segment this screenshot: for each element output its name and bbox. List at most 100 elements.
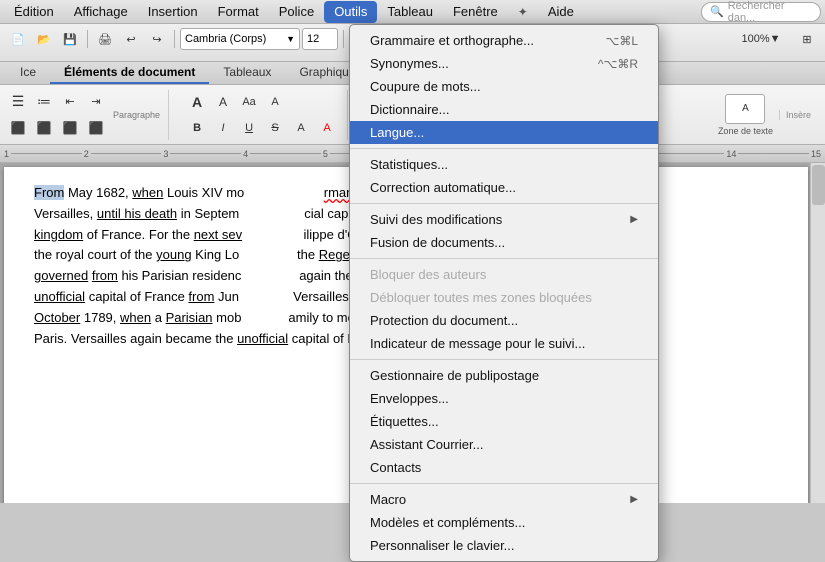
- menu-bloquer-label: Bloquer des auteurs: [370, 267, 486, 282]
- para-controls: ☰ ≔ ⇤ ⇥ ⬛ ⬛ ⬛ ⬛: [6, 90, 108, 140]
- menu-fenetre[interactable]: Fenêtre: [443, 1, 508, 23]
- search-placeholder: Rechercher dan...: [728, 0, 812, 24]
- menu-debloquer: Débloquer toutes mes zones bloquées: [350, 286, 658, 309]
- align-left2-button[interactable]: ⬛: [6, 116, 30, 140]
- menu-grammaire[interactable]: Grammaire et orthographe... ⌥⌘L: [350, 29, 658, 52]
- menu-police[interactable]: Police: [269, 1, 324, 23]
- align-justify-button[interactable]: ⬛: [84, 116, 108, 140]
- menubar: Édition Affichage Insertion Format Polic…: [0, 0, 825, 24]
- print-button[interactable]: 🖨: [93, 27, 117, 51]
- tab-elements[interactable]: Éléments de document: [50, 62, 209, 84]
- clear-format-button[interactable]: A: [263, 90, 287, 114]
- zoom-button[interactable]: 100%▼: [731, 27, 791, 51]
- undo-button[interactable]: ↩: [119, 27, 143, 51]
- menu-macro[interactable]: Macro ▶: [350, 488, 658, 511]
- italic2-button[interactable]: I: [211, 116, 235, 140]
- outils-dropdown-menu: Grammaire et orthographe... ⌥⌘L Synonyme…: [349, 24, 659, 562]
- menu-sep5: [350, 483, 658, 484]
- menu-modeles-label: Modèles et compléments...: [370, 515, 525, 530]
- strikethrough-button[interactable]: S: [263, 116, 287, 140]
- menu-aide[interactable]: Aide: [538, 1, 584, 23]
- highlight-button[interactable]: A: [289, 116, 313, 140]
- font-size-label: 12: [307, 33, 319, 45]
- menu-fusion[interactable]: Fusion de documents...: [350, 231, 658, 254]
- menu-suivi-arrow: ▶: [630, 214, 638, 225]
- menu-contacts[interactable]: Contacts: [350, 456, 658, 479]
- menu-statistiques-label: Statistiques...: [370, 157, 448, 172]
- menu-insertion[interactable]: Insertion: [138, 1, 208, 23]
- toolbar-right-group: 100%▼ ⊞: [731, 27, 819, 51]
- indent-right-button[interactable]: ⇥: [84, 90, 108, 114]
- menu-enveloppes[interactable]: Enveloppes...: [350, 387, 658, 410]
- sep3: [343, 30, 344, 48]
- menu-dictionnaire[interactable]: Dictionnaire...: [350, 98, 658, 121]
- menu-bloquer: Bloquer des auteurs: [350, 263, 658, 286]
- list-unordered-button[interactable]: ☰: [6, 90, 30, 114]
- scrollbar-thumb[interactable]: [812, 165, 825, 205]
- menu-etiquettes[interactable]: Étiquettes...: [350, 410, 658, 433]
- menu-outils[interactable]: Outils: [324, 1, 377, 23]
- search-box[interactable]: 🔍 Rechercher dan...: [701, 2, 821, 22]
- zone-texte-label: Zone de texte: [718, 126, 773, 136]
- font-size-selector[interactable]: 12: [302, 28, 338, 50]
- menu-macro-label: Macro: [370, 492, 406, 507]
- font-size-buttons: A A Aa A: [185, 90, 339, 114]
- menu-suivi[interactable]: Suivi des modifications ▶: [350, 208, 658, 231]
- indent-left-button[interactable]: ⇤: [58, 90, 82, 114]
- menu-debloquer-label: Débloquer toutes mes zones bloquées: [370, 290, 592, 305]
- tab-ice[interactable]: Ice: [6, 62, 50, 84]
- align-right2-button[interactable]: ⬛: [58, 116, 82, 140]
- open-button[interactable]: 📂: [32, 27, 56, 51]
- menu-correction-label: Correction automatique...: [370, 180, 516, 195]
- font-style-buttons: B I U S A A: [185, 116, 339, 140]
- align-center2-button[interactable]: ⬛: [32, 116, 56, 140]
- menu-sep3: [350, 258, 658, 259]
- font-name-label: Cambria (Corps): [185, 33, 266, 45]
- search-area: 🔍 Rechercher dan...: [701, 2, 821, 22]
- menu-langue[interactable]: Langue...: [350, 121, 658, 144]
- menu-modeles[interactable]: Modèles et compléments...: [350, 511, 658, 534]
- vertical-scrollbar[interactable]: [810, 163, 825, 503]
- font-name-selector[interactable]: Cambria (Corps) ▼: [180, 28, 300, 50]
- menu-personnaliser[interactable]: Personnaliser le clavier...: [350, 534, 658, 557]
- save-button[interactable]: 💾: [58, 27, 82, 51]
- menu-tableau[interactable]: Tableau: [377, 1, 443, 23]
- menu-macro-arrow: ▶: [630, 494, 638, 505]
- menu-grammaire-shortcut: ⌥⌘L: [605, 34, 638, 48]
- paragraph-section: ☰ ≔ ⇤ ⇥ ⬛ ⬛ ⬛ ⬛ Paragraphe: [6, 90, 169, 140]
- font-aa-button[interactable]: Aa: [237, 90, 261, 114]
- view-button[interactable]: ⊞: [795, 27, 819, 51]
- menu-fusion-label: Fusion de documents...: [370, 235, 505, 250]
- menu-edition[interactable]: Édition: [4, 1, 64, 23]
- bold2-button[interactable]: B: [185, 116, 209, 140]
- menu-assistant[interactable]: Assistant Courrier...: [350, 433, 658, 456]
- menu-protection[interactable]: Protection du document...: [350, 309, 658, 332]
- menu-coupure-label: Coupure de mots...: [370, 79, 481, 94]
- tab-tableaux[interactable]: Tableaux: [209, 62, 285, 84]
- menu-coupure[interactable]: Coupure de mots...: [350, 75, 658, 98]
- redo-button[interactable]: ↪: [145, 27, 169, 51]
- color-button[interactable]: A: [315, 116, 339, 140]
- menu-synonymes-shortcut: ^⌥⌘R: [598, 57, 638, 71]
- menu-statistiques[interactable]: Statistiques...: [350, 153, 658, 176]
- font-controls: A A Aa A B I U S A A: [185, 90, 339, 140]
- insere-label: Insère: [779, 110, 811, 120]
- menu-correction[interactable]: Correction automatique...: [350, 176, 658, 199]
- menu-format[interactable]: Format: [208, 1, 269, 23]
- menu-gestionnaire[interactable]: Gestionnaire de publipostage: [350, 364, 658, 387]
- new-button[interactable]: 📄: [6, 27, 30, 51]
- font-name-arrow: ▼: [286, 34, 295, 44]
- menu-affichage[interactable]: Affichage: [64, 1, 138, 23]
- menu-gestionnaire-label: Gestionnaire de publipostage: [370, 368, 539, 383]
- menu-indicateur[interactable]: Indicateur de message pour le suivi...: [350, 332, 658, 355]
- font-decrease-button[interactable]: A: [211, 90, 235, 114]
- menu-langue-label: Langue...: [370, 125, 424, 140]
- menu-grammaire-label: Grammaire et orthographe...: [370, 33, 534, 48]
- font-increase-button[interactable]: A: [185, 90, 209, 114]
- list-ordered-button[interactable]: ≔: [32, 90, 56, 114]
- font-section: A A Aa A B I U S A A: [177, 90, 348, 140]
- zone-texte-button[interactable]: A: [725, 94, 765, 124]
- menu-protection-label: Protection du document...: [370, 313, 518, 328]
- underline2-button[interactable]: U: [237, 116, 261, 140]
- menu-synonymes[interactable]: Synonymes... ^⌥⌘R: [350, 52, 658, 75]
